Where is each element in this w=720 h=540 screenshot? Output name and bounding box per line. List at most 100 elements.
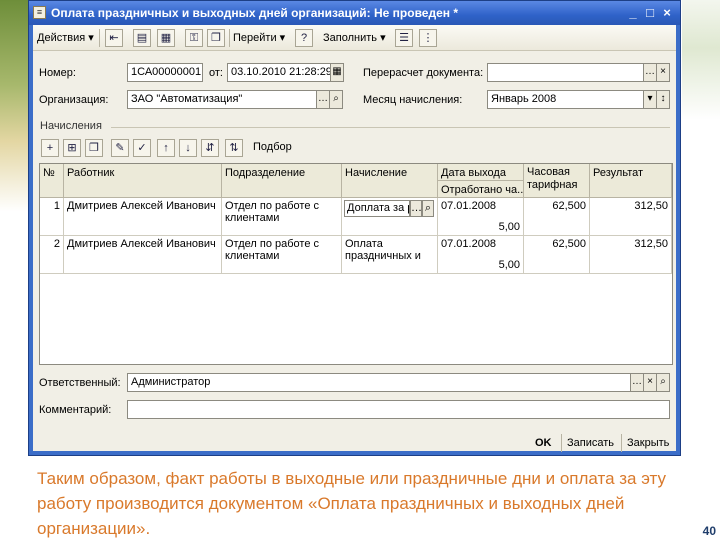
arrow-left-icon[interactable]: ⇤ [105,29,123,47]
table-cell-department[interactable]: Отдел по работе с клиентами [222,236,342,274]
search-icon[interactable]: ⌕ [656,373,670,392]
worked-value: 5,00 [498,259,520,271]
fill-label: Заполнить [323,32,378,44]
table-cell-result[interactable]: 312,50 [590,198,672,236]
actions-label: Действия [37,32,86,44]
clear-icon[interactable]: × [643,373,657,392]
search-icon[interactable]: ⌕ [329,90,343,109]
table-cell-rate[interactable]: 62,500 [524,198,590,236]
save-ok-icon[interactable]: ✓ [133,139,151,157]
close-button[interactable]: × [658,4,676,21]
copy-icon[interactable]: ❐ [207,29,225,47]
col-date[interactable]: Дата выхода [438,164,524,181]
number-label: Номер: [39,67,76,79]
select-button[interactable]: … [410,200,422,217]
form-client-area: Действия ▾ ⇤ ▤ ▦ ⚿ ❐ Перейти ▾ ? Заполни… [33,25,676,452]
table-cell-accrual[interactable]: Оплата праздничных и [342,236,438,274]
table-cell-employee[interactable]: Дмитриев Алексей Иванович [64,198,222,236]
col-num[interactable]: № [40,164,64,198]
options-icon[interactable]: ⋮ [419,29,437,47]
edit-row-icon[interactable]: ✎ [111,139,129,157]
select-button[interactable]: … [643,63,657,82]
section-divider [111,127,670,128]
arrow-up-icon[interactable]: ↑ [157,139,175,157]
add-group-icon[interactable]: ⊞ [63,139,81,157]
select-button[interactable]: … [316,90,330,109]
spin-icon[interactable]: ↕ [656,90,670,109]
col-department[interactable]: Подразделение [222,164,342,198]
table-cell-employee[interactable]: Дмитриев Алексей Иванович [64,236,222,274]
accrual-input[interactable]: Доплата за р [344,200,410,217]
organization-field[interactable]: ЗАО "Автоматизация" [127,90,317,109]
chevron-down-icon: ▾ [88,32,94,44]
responsible-field[interactable]: Администратор [127,373,631,392]
col-rate[interactable]: Часовая тарифная [524,164,590,198]
post-icon[interactable]: ▦ [157,29,175,47]
chevron-down-icon: ▾ [279,32,286,44]
table-cell-accrual[interactable]: Доплата за р … ⌕ [342,198,438,236]
comment-field[interactable] [127,400,670,419]
close-form-button[interactable]: Закрыть [627,434,669,452]
col-employee[interactable]: Работник [64,164,222,198]
actions-menu[interactable]: Действия ▾ [37,28,94,48]
slide-caption: Таким образом, факт работы в выходные ил… [37,469,667,538]
goto-label: Перейти [233,32,277,44]
col-result[interactable]: Результат [590,164,672,198]
search-icon[interactable]: ⌕ [422,200,434,217]
date-field[interactable]: 03.10.2010 21:28:29 [227,63,331,82]
footer-separator [561,434,562,452]
recalc-label: Перерасчет документа: [363,67,484,79]
ok-button[interactable]: OK [535,434,552,452]
table-cell-date[interactable]: 07.01.2008 5,00 [438,198,524,236]
save-button[interactable]: Записать [567,434,614,452]
calendar-icon[interactable]: ▦ [330,63,344,82]
recalc-field[interactable] [487,63,644,82]
sort-asc-icon[interactable]: ⇵ [201,139,219,157]
window-title: Оплата праздничных и выходных дней орган… [51,6,459,20]
structure-icon[interactable]: ☰ [395,29,413,47]
add-row-icon[interactable]: + [41,139,59,157]
number-field[interactable]: 1СА00000001 [127,63,203,82]
sort-desc-icon[interactable]: ⇅ [225,139,243,157]
pick-button[interactable]: Подбор [253,137,292,157]
from-label: от: [209,67,223,79]
accruals-section-title: Начисления [40,120,102,132]
month-field[interactable]: Январь 2008 [487,90,644,109]
document-window: ≡ Оплата праздничных и выходных дней орг… [28,0,681,456]
select-button[interactable]: … [630,373,644,392]
date-value: 07.01.2008 [441,238,497,250]
help-button[interactable]: ? [295,29,313,47]
chevron-down-icon: ▾ [380,32,386,44]
page-number: 40 [702,524,716,538]
title-bar: ≡ Оплата праздничных и выходных дней орг… [29,1,680,25]
comment-label: Комментарий: [39,404,112,416]
table-cell-num[interactable]: 1 [40,198,64,236]
col-rate-label-2: тарифная [527,179,578,191]
table-cell-rate[interactable]: 62,500 [524,236,590,274]
month-label: Месяц начисления: [363,94,463,106]
minimize-button[interactable]: _ [624,4,642,21]
copy-row-icon[interactable]: ❐ [85,139,103,157]
toolbar-separator [229,29,230,47]
col-accrual[interactable]: Начисление [342,164,438,198]
organization-label: Организация: [39,94,109,106]
fill-menu[interactable]: Заполнить ▾ [323,28,386,48]
maximize-button[interactable]: □ [641,4,659,21]
responsible-label: Ответственный: [39,377,121,389]
accruals-table: № Работник Подразделение Начисление Дата… [39,163,673,365]
arrow-down-icon[interactable]: ↓ [179,139,197,157]
goto-menu[interactable]: Перейти ▾ [233,28,285,48]
table-cell-date[interactable]: 07.01.2008 5,00 [438,236,524,274]
document-icon: ≡ [33,6,46,19]
worked-value: 5,00 [498,221,520,233]
chevron-down-icon[interactable]: ▾ [643,90,657,109]
lock-icon[interactable]: ⚿ [185,29,203,47]
table-cell-num[interactable]: 2 [40,236,64,274]
slide-decoration-right [682,0,720,120]
table-cell-department[interactable]: Отдел по работе с клиентами [222,198,342,236]
slide-decoration-left [0,0,30,470]
col-worked[interactable]: Отработано ча... [438,181,524,198]
table-cell-result[interactable]: 312,50 [590,236,672,274]
document-icon[interactable]: ▤ [133,29,151,47]
clear-icon[interactable]: × [656,63,670,82]
